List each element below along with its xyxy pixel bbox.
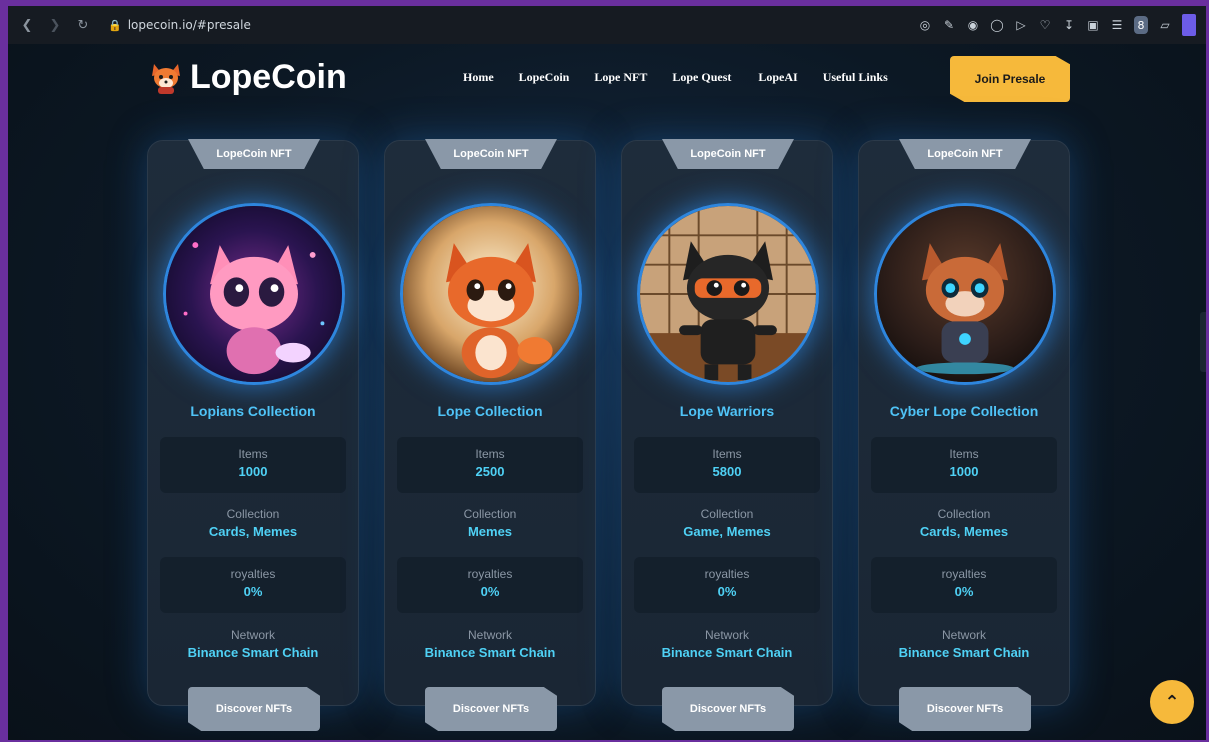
stat-collection: Collection Cards, Memes: [919, 507, 1009, 539]
nft-image-lopians: [163, 203, 345, 385]
stat-items: Items 1000: [160, 437, 346, 493]
edit-icon[interactable]: ✎: [942, 18, 956, 32]
address-bar[interactable]: 🔒 lopecoin.io/#presale: [102, 12, 908, 38]
nav-home[interactable]: Home: [463, 70, 494, 85]
stat-network: Network Binance Smart Chain: [898, 628, 1030, 660]
browser-toolbar: ❮ ❯ ↻ 🔒 lopecoin.io/#presale ◎ ✎ ◉ ◯ ▷ ♡…: [8, 6, 1206, 44]
discover-nfts-button[interactable]: Discover NFTs: [425, 687, 557, 731]
card-title: Lope Collection: [437, 403, 543, 419]
stat-royalties: royalties 0%: [871, 557, 1057, 613]
forward-icon[interactable]: ❯: [46, 18, 64, 33]
card-title: Cyber Lope Collection: [889, 403, 1039, 419]
stat-royalties: royalties 0%: [160, 557, 346, 613]
stat-items: Items 1000: [871, 437, 1057, 493]
discover-nfts-button[interactable]: Discover NFTs: [188, 687, 320, 731]
nft-image-warriors: [637, 203, 819, 385]
stat-royalties: royalties 0%: [634, 557, 820, 613]
site-logo[interactable]: LopeCoin: [148, 58, 347, 97]
scroll-to-top-button[interactable]: ⌃: [1150, 680, 1194, 724]
sidebar-toggle[interactable]: [1182, 14, 1196, 36]
logo-text: LopeCoin: [190, 58, 347, 96]
reload-icon[interactable]: ↻: [74, 18, 92, 33]
nav-lopecoin[interactable]: LopeCoin: [519, 70, 570, 85]
stat-collection: Collection Game, Memes: [683, 507, 771, 539]
heart-icon[interactable]: ♡: [1038, 18, 1052, 32]
card-tab-label: LopeCoin NFT: [662, 139, 794, 169]
nft-card-warriors: LopeCoin NFT Lope Warriors Items 5800 Co…: [621, 139, 833, 731]
play-icon[interactable]: ▷: [1014, 18, 1028, 32]
card-title: Lopians Collection: [190, 403, 316, 419]
camera-icon[interactable]: ◉: [966, 18, 980, 32]
menu-icon[interactable]: ☰: [1110, 18, 1124, 32]
chevron-up-icon: ⌃: [1164, 691, 1180, 713]
card-tab-label: LopeCoin NFT: [899, 139, 1031, 169]
nav-useful-links[interactable]: Useful Links: [823, 70, 888, 85]
fox-logo-icon: [152, 63, 180, 94]
card-title: Lope Warriors: [679, 403, 775, 419]
side-scroll-handle[interactable]: [1200, 312, 1206, 372]
browser-window: ❮ ❯ ↻ 🔒 lopecoin.io/#presale ◎ ✎ ◉ ◯ ▷ ♡…: [8, 6, 1206, 740]
address-url: lopecoin.io/#presale: [127, 18, 251, 32]
nav-lopeai[interactable]: LopeAI: [758, 70, 797, 85]
stat-items: Items 2500: [397, 437, 583, 493]
wallet-icon[interactable]: ▣: [1086, 18, 1100, 32]
nft-card-lopians: LopeCoin NFT Lopians Collection Items 10…: [147, 139, 359, 731]
stat-collection: Collection Cards, Memes: [208, 507, 298, 539]
discover-nfts-button[interactable]: Discover NFTs: [899, 687, 1031, 731]
cube-icon[interactable]: ▱: [1158, 18, 1172, 32]
nft-card-lope: LopeCoin NFT Lope Collection Items 2500 …: [384, 139, 596, 731]
main-nav: Home LopeCoin Lope NFT Lope Quest LopeAI…: [463, 70, 888, 85]
join-presale-button[interactable]: Join Presale: [950, 56, 1070, 102]
profile-avatar[interactable]: 8: [1134, 16, 1148, 34]
discover-nfts-button[interactable]: Discover NFTs: [662, 687, 794, 731]
nft-card-cyber-lope: LopeCoin NFT Cyber Lope Collection Items…: [858, 139, 1070, 731]
lock-icon: 🔒: [108, 18, 122, 32]
stat-network: Network Binance Smart Chain: [187, 628, 319, 660]
target-icon[interactable]: ◎: [918, 18, 932, 32]
page-content: LopeCoin Home LopeCoin Lope NFT Lope Que…: [8, 44, 1206, 740]
stat-items: Items 5800: [634, 437, 820, 493]
stat-network: Network Binance Smart Chain: [424, 628, 556, 660]
nav-lope-quest[interactable]: Lope Quest: [672, 70, 731, 85]
nft-image-cyber-lope: [874, 203, 1056, 385]
card-tab-label: LopeCoin NFT: [425, 139, 557, 169]
nft-image-lope: [400, 203, 582, 385]
stat-royalties: royalties 0%: [397, 557, 583, 613]
download-icon[interactable]: ↧: [1062, 18, 1076, 32]
stat-network: Network Binance Smart Chain: [661, 628, 793, 660]
shield-icon[interactable]: ◯: [990, 18, 1004, 32]
back-icon[interactable]: ❮: [18, 18, 36, 33]
extension-icons: ◎ ✎ ◉ ◯ ▷ ♡ ↧ ▣ ☰ 8 ▱: [918, 14, 1196, 36]
nav-lope-nft[interactable]: Lope NFT: [594, 70, 647, 85]
card-tab-label: LopeCoin NFT: [188, 139, 320, 169]
stat-collection: Collection Memes: [463, 507, 517, 539]
